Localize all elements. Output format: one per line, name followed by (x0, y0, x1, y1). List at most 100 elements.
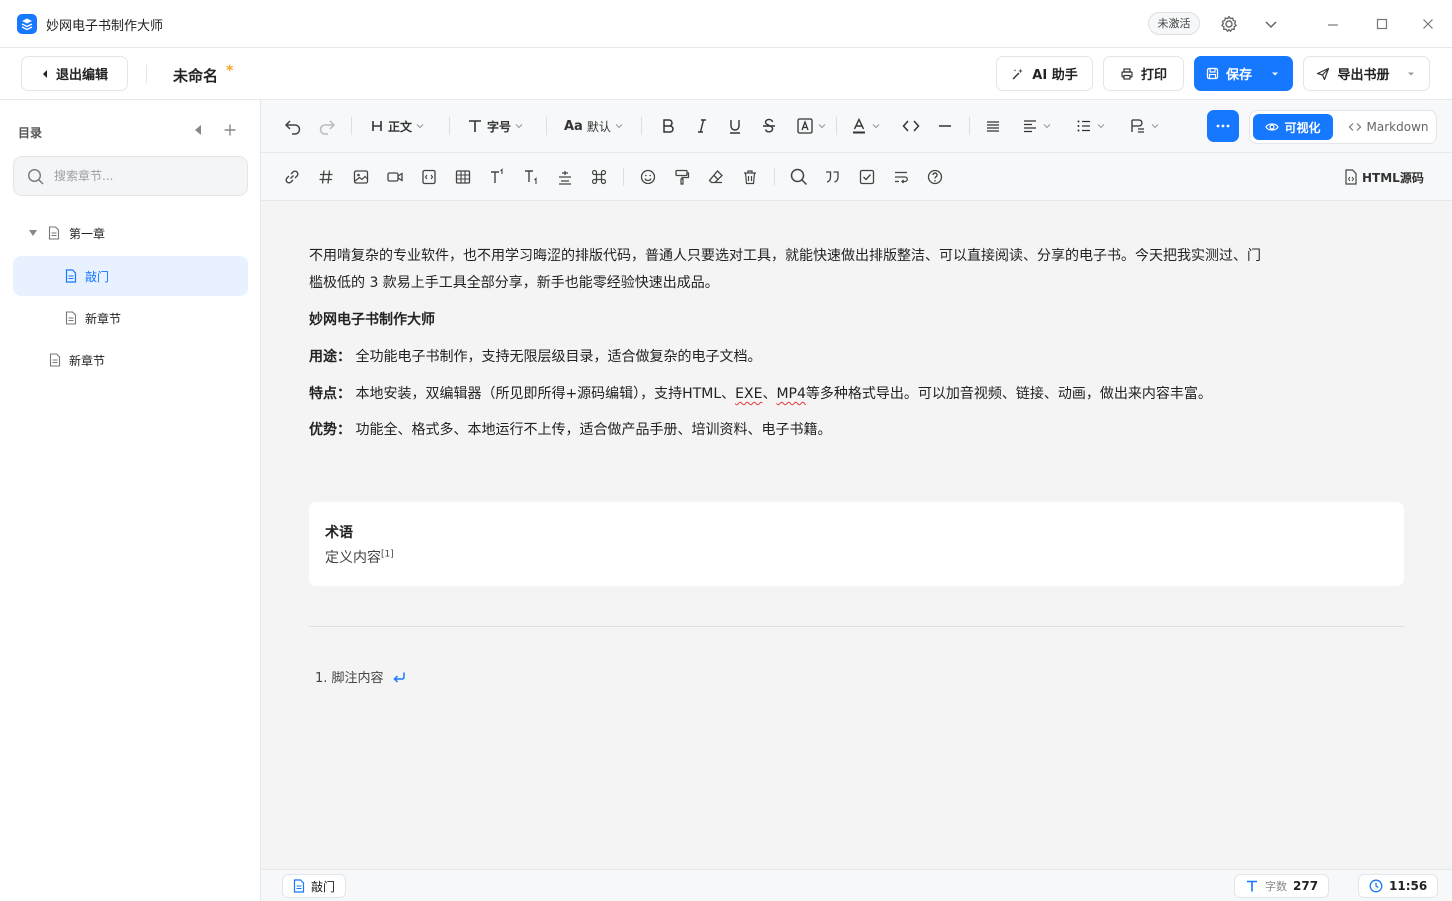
trash-icon[interactable] (741, 167, 759, 187)
chevron-down-icon (1097, 124, 1105, 129)
term-definition-card[interactable]: 术语 定义内容[1] (309, 502, 1404, 586)
app-title: 妙网电子书制作大师 (46, 19, 164, 34)
font-family-select[interactable]: Aa 默认 (564, 116, 623, 136)
text-highlight-select[interactable] (796, 116, 826, 136)
eraser-icon[interactable] (707, 167, 725, 187)
footnote-ref[interactable]: [1] (381, 549, 394, 559)
feature-text-a: 本地安装，双编辑器（所见即所得+源码编辑），支持HTML、 (351, 386, 736, 402)
divider (146, 65, 147, 83)
mode-visual-label: 可视化 (1284, 120, 1321, 135)
document-icon (48, 226, 60, 240)
export-book-button[interactable]: 导出书册 (1303, 56, 1430, 91)
document-title[interactable]: 未命名 (173, 65, 218, 86)
hash-icon[interactable] (317, 167, 335, 187)
line-height-icon[interactable] (556, 167, 574, 187)
font-color-select[interactable] (850, 116, 880, 136)
more-options-button[interactable] (1207, 110, 1239, 142)
term-definition: 定义内容[1] (325, 547, 394, 567)
footnote-divider (309, 626, 1404, 627)
maximize-icon[interactable] (1372, 14, 1392, 34)
chevron-down-icon (872, 124, 880, 129)
close-icon[interactable] (1418, 14, 1438, 34)
sidebar-title: 目录 (18, 126, 43, 140)
chevron-down-icon (515, 124, 523, 129)
chevron-down-icon[interactable] (1261, 14, 1281, 34)
font-size-select[interactable]: 字号 (467, 116, 523, 136)
expand-caret-icon[interactable] (27, 228, 39, 238)
return-arrow-icon[interactable] (392, 671, 406, 683)
italic-icon[interactable] (693, 116, 711, 136)
strikethrough-icon[interactable] (760, 116, 778, 136)
term-definition-text: 定义内容 (325, 550, 381, 566)
caret-down-icon[interactable] (1269, 68, 1281, 80)
quote-icon[interactable] (823, 167, 841, 187)
help-icon[interactable] (926, 167, 944, 187)
save-icon (1206, 67, 1219, 80)
superscript-icon[interactable] (488, 167, 506, 187)
sidebar-item-new-section[interactable]: 新章节 (13, 298, 248, 338)
feature-label: 特点： (309, 386, 351, 402)
current-section-chip[interactable]: 敲门 (282, 874, 347, 898)
subscript-icon[interactable] (522, 167, 540, 187)
feature-line: 特点： 本地安装，双编辑器（所见即所得+源码编辑），支持HTML、EXE、MP4… (309, 381, 1409, 408)
collapse-sidebar-icon[interactable] (192, 123, 204, 137)
clock-time: 11:56 (1389, 879, 1428, 893)
document-icon (65, 311, 77, 325)
undo-icon[interactable] (283, 116, 303, 136)
format-painter-icon[interactable] (673, 167, 691, 187)
image-icon[interactable] (352, 167, 370, 187)
mode-visual-button[interactable]: 可视化 (1253, 114, 1333, 140)
emoji-icon[interactable] (639, 167, 657, 187)
embed-code-icon[interactable] (420, 167, 438, 187)
caret-down-icon[interactable] (1405, 68, 1417, 80)
bullet-list-icon (1077, 120, 1090, 132)
link-icon[interactable] (283, 167, 301, 187)
divider (969, 117, 970, 135)
bold-icon[interactable] (659, 116, 677, 136)
font-color-icon (853, 117, 865, 134)
list-select[interactable] (1075, 116, 1105, 136)
sidebar-item-knock-door[interactable]: 敲门 (13, 256, 248, 296)
mode-markdown-button[interactable]: Markdown (1342, 114, 1434, 140)
paragraph-style-select[interactable]: 正文 (370, 116, 424, 136)
save-button[interactable]: 保存 (1194, 56, 1293, 91)
add-chapter-icon[interactable] (222, 122, 238, 138)
font-size-label: 字号 (487, 119, 512, 134)
intro-line-2: 槛极低的 3 款易上手工具全部分享，新手也能零经验快速出成品。 (309, 275, 719, 291)
sidebar-item-chapter-1[interactable]: 第一章 (13, 213, 248, 253)
checkbox-icon[interactable] (858, 167, 876, 187)
action-bar: 退出编辑 未命名 * AI 助手 打印 保存 导出书册 (0, 48, 1452, 100)
redo-icon[interactable] (317, 116, 337, 136)
underline-icon[interactable] (726, 116, 744, 136)
table-icon[interactable] (454, 167, 472, 187)
paragraph-format-select[interactable] (1129, 116, 1159, 136)
align-justify-icon[interactable] (984, 116, 1002, 136)
search-icon[interactable] (789, 167, 809, 187)
command-icon[interactable] (590, 167, 608, 187)
ellipsis-icon (1216, 124, 1230, 128)
print-button[interactable]: 打印 (1103, 56, 1184, 91)
document-icon (65, 269, 77, 283)
text-wrap-icon[interactable] (892, 167, 910, 187)
ai-assistant-button[interactable]: AI 助手 (996, 56, 1093, 91)
term-title: 术语 (325, 525, 353, 541)
clock-chip: 11:56 (1358, 874, 1439, 898)
horizontal-rule-icon[interactable] (936, 116, 954, 136)
gear-icon[interactable] (1219, 14, 1239, 34)
title-bar: 妙网电子书制作大师 未激活 (0, 0, 1452, 48)
code-icon[interactable] (901, 116, 921, 136)
chapter-search-input[interactable] (54, 166, 234, 186)
video-icon[interactable] (386, 167, 404, 187)
heading-icon (372, 121, 382, 131)
paragraph-style-label: 正文 (388, 119, 413, 134)
activate-badge[interactable]: 未激活 (1148, 12, 1200, 35)
exit-edit-button[interactable]: 退出编辑 (21, 56, 128, 91)
align-select[interactable] (1021, 116, 1051, 136)
intro-line-1: 不用啃复杂的专业软件，也不用学习晦涩的排版代码，普通人只要选对工具，就能快速做出… (309, 248, 1261, 264)
minimize-icon[interactable] (1323, 14, 1343, 34)
footnote-item: 1. 脚注内容 (315, 667, 406, 686)
editor-canvas[interactable]: 不用啃复杂的专业软件，也不用学习晦涩的排版代码，普通人只要选对工具，就能快速做出… (261, 201, 1452, 870)
advantage-line: 优势： 功能全、格式多、本地运行不上传，适合做产品手册、培训资料、电子书籍。 (309, 417, 1409, 444)
sidebar-item-new-section-root[interactable]: 新章节 (13, 340, 248, 380)
html-source-button[interactable]: HTML源码 (1344, 167, 1424, 187)
